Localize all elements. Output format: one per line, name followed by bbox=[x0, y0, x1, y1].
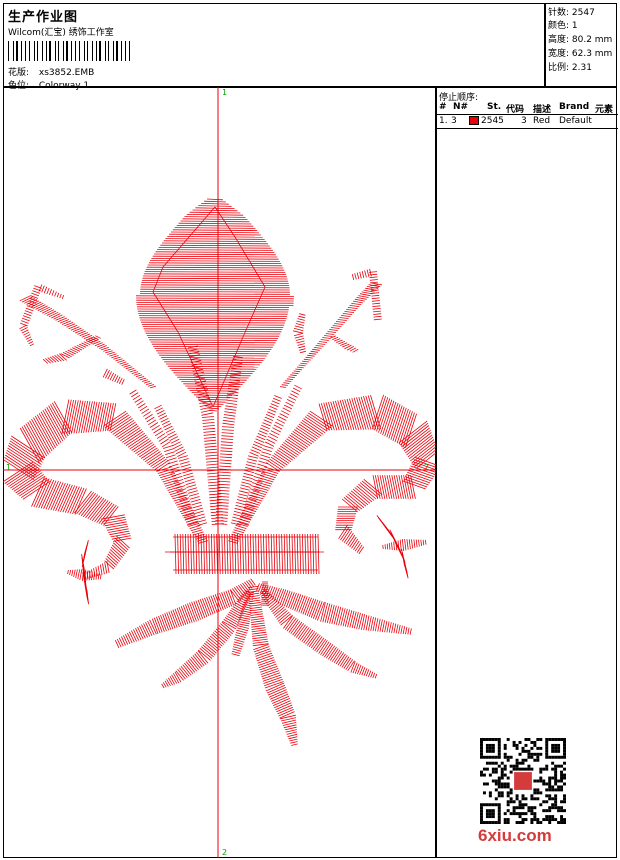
stop-table-header: # N# St. 代码 描述 Brand 元素 bbox=[439, 102, 615, 115]
company-name: Wilcom(汇宝) 绣饰工作室 bbox=[8, 28, 114, 38]
stitch-count: 针数: 2547 bbox=[548, 8, 595, 18]
axis-label-left: 1 bbox=[6, 463, 12, 472]
axis-label-top: 1 bbox=[222, 88, 228, 97]
col-index: # bbox=[439, 102, 447, 112]
row-brand: Default bbox=[559, 116, 592, 126]
col-stitches: St. bbox=[487, 102, 502, 112]
col-brand: Brand bbox=[559, 102, 590, 112]
row-code: 3 bbox=[521, 116, 527, 126]
axis-label-bottom: 2 bbox=[222, 848, 228, 857]
header-divider bbox=[437, 114, 618, 115]
embroidery-design bbox=[3, 87, 436, 858]
qr-code bbox=[480, 738, 566, 824]
design-height: 高度: 80.2 mm bbox=[548, 35, 613, 45]
table-row: 1. 3 2545 3 Red Default bbox=[439, 116, 615, 128]
design-row: 花版: xs3852.EMB bbox=[8, 65, 94, 78]
row-description: Red bbox=[533, 116, 551, 126]
stitch-layer bbox=[3, 198, 436, 746]
design-width: 宽度: 62.3 mm bbox=[548, 49, 613, 59]
row-stitches: 2545 bbox=[481, 116, 504, 126]
col-needle: N# bbox=[453, 102, 469, 112]
row-divider bbox=[437, 128, 618, 129]
page-title: 生产作业图 bbox=[8, 10, 79, 25]
header-panel: 生产作业图 Wilcom(汇宝) 绣饰工作室 花版: xs3852.EMB 色位… bbox=[3, 3, 545, 91]
watermark-logo: 6xiu.com bbox=[478, 826, 552, 845]
scale-ratio: 比例: 2.31 bbox=[548, 63, 592, 73]
design-label: 花版: bbox=[8, 68, 30, 78]
barcode bbox=[8, 41, 130, 61]
axis-label-right: 2 bbox=[424, 463, 430, 472]
color-count: 颜色: 1 bbox=[548, 21, 578, 31]
stats-panel: 针数: 2547 颜色: 1 高度: 80.2 mm 宽度: 62.3 mm 比… bbox=[545, 3, 617, 87]
color-swatch bbox=[469, 116, 479, 125]
row-needle: 3 bbox=[451, 116, 457, 126]
design-file: xs3852.EMB bbox=[38, 68, 95, 78]
row-index: 1. bbox=[439, 116, 448, 126]
